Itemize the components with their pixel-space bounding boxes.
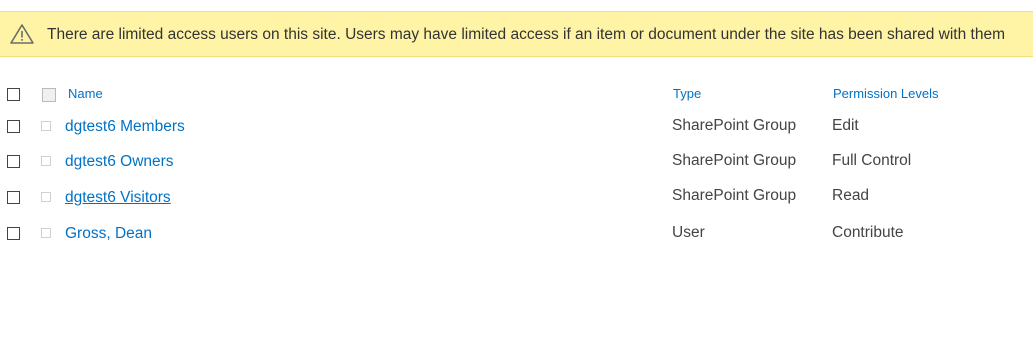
item-type-icon <box>42 88 56 102</box>
row-checkbox[interactable] <box>7 191 20 204</box>
row-permission: Full Control <box>832 152 912 169</box>
table-header-row: Name Type Permission Levels <box>0 82 1033 112</box>
row-permission: Read <box>832 187 870 204</box>
row-type: SharePoint Group <box>672 152 797 169</box>
row-name-link[interactable]: dgtest6 Visitors <box>65 189 171 207</box>
column-header-permission-levels[interactable]: Permission Levels <box>833 86 939 101</box>
table-row: dgtest6 Members SharePoint Group Edit <box>0 112 1033 142</box>
column-header-name[interactable]: Name <box>68 86 103 101</box>
group-icon <box>41 121 51 131</box>
table-row: dgtest6 Visitors SharePoint Group Read <box>0 182 1033 212</box>
column-header-type[interactable]: Type <box>673 86 701 101</box>
group-icon <box>41 192 51 202</box>
row-name-link[interactable]: Gross, Dean <box>65 225 152 243</box>
select-all-checkbox[interactable] <box>7 88 20 101</box>
row-name-link[interactable]: dgtest6 Members <box>65 118 185 136</box>
row-checkbox[interactable] <box>7 120 20 133</box>
table-row: Gross, Dean User Contribute <box>0 218 1033 248</box>
banner-message: There are limited access users on this s… <box>47 26 1005 43</box>
table-row: dgtest6 Owners SharePoint Group Full Con… <box>0 147 1033 177</box>
row-checkbox[interactable] <box>7 155 20 168</box>
row-type: SharePoint Group <box>672 187 797 204</box>
group-icon <box>41 156 51 166</box>
limited-access-banner: There are limited access users on this s… <box>0 11 1033 57</box>
row-checkbox[interactable] <box>7 227 20 240</box>
user-icon <box>41 228 51 238</box>
warning-icon <box>9 23 35 45</box>
row-permission: Contribute <box>832 224 904 241</box>
row-permission: Edit <box>832 117 859 134</box>
row-name-link[interactable]: dgtest6 Owners <box>65 153 174 171</box>
row-type: User <box>672 224 705 241</box>
row-type: SharePoint Group <box>672 117 797 134</box>
